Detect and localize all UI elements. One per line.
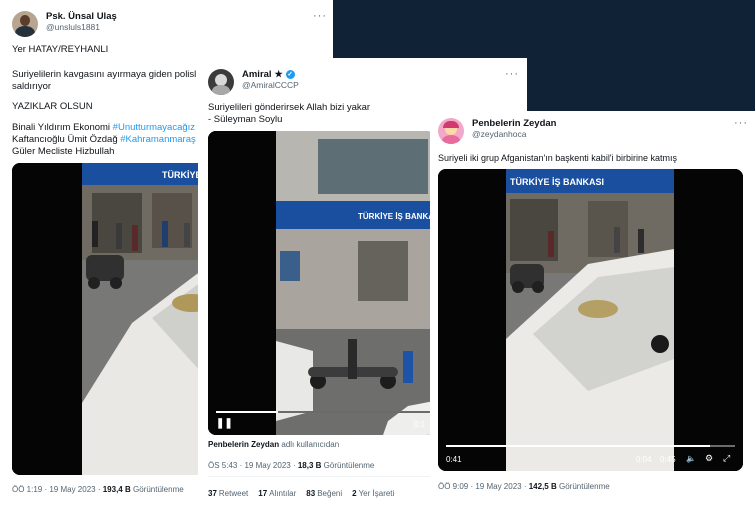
avatar[interactable]	[438, 118, 464, 144]
view-count: 18,3 B	[297, 461, 322, 470]
fullscreen-icon[interactable]: ⤢	[723, 453, 730, 464]
handle[interactable]: @zeydanhoca	[472, 129, 556, 139]
likes-stat[interactable]: 83 Beğeni	[306, 489, 342, 498]
volume-icon[interactable]: 🔈	[686, 454, 696, 463]
timestamp-row: ÖS 5:43 · 19 May 2023 · 18,3 B Görüntüle…	[208, 461, 374, 470]
pause-icon[interactable]: ❚❚	[216, 418, 233, 429]
timestamp-row: ÖÖ 1:19 · 19 May 2023 · 193,4 B Görüntül…	[12, 485, 184, 494]
timestamp-row: ÖÖ 9:09 · 19 May 2023 · 142,5 B Görüntül…	[438, 482, 610, 491]
handle[interactable]: @unsluls1881	[46, 22, 117, 32]
view-label: Görüntülenme	[133, 485, 184, 494]
tweet-text-line: YAZIKLAR OLSUN	[12, 101, 93, 112]
tweet-text-line: Yer HATAY/REYHANLI	[12, 44, 109, 55]
bank-sign: TÜRKİYE İŞ BANKASI	[358, 212, 434, 221]
attribution-suffix: adlı kullanıcıdan	[281, 440, 340, 449]
video-total: 0:45	[660, 455, 676, 464]
timestamp[interactable]: ÖS 5:43 · 19 May 2023 ·	[208, 461, 296, 470]
tweet-text: Suriyeli iki grup Afganistan'ın başkenti…	[438, 153, 678, 163]
hashtag-link[interactable]: #Kahramanmaraş	[120, 134, 196, 145]
tweet-text-line: Binali Yıldırım Ekonomi	[12, 122, 111, 133]
view-count: 193,4 B	[102, 485, 131, 494]
timestamp[interactable]: ÖÖ 9:09 · 19 May 2023 ·	[438, 482, 527, 491]
view-label: Görüntülenme	[323, 461, 375, 470]
more-icon[interactable]: ···	[734, 117, 748, 129]
tweet-text-line: Güler Mecliste Hizbullah	[12, 146, 115, 157]
more-icon[interactable]: ···	[313, 10, 327, 22]
display-name[interactable]: Psk. Ünsal Ulaş	[46, 11, 117, 22]
view-count: 142,5 B	[528, 482, 557, 491]
video-time: 0:1	[414, 420, 426, 429]
attribution-name[interactable]: Penbelerin Zeydan	[208, 440, 279, 449]
star-icon: ★	[274, 69, 283, 80]
video-frame: TÜRKİYE İŞ BANKASI	[438, 169, 743, 471]
display-name[interactable]: Amiral	[242, 69, 272, 80]
more-icon[interactable]: ···	[505, 68, 519, 80]
video-player[interactable]: TÜRKİYE İŞ BANKASI ❚❚ 0:1	[208, 131, 434, 435]
video-player[interactable]: TÜRKİYE İŞ BANKASI 0:41 0:04 0:45 🔈 ⚙ ⤢	[438, 169, 743, 471]
video-frame: TÜRKİYE İŞ BANKASI	[208, 131, 434, 435]
timestamp[interactable]: ÖÖ 1:19 · 19 May 2023 ·	[12, 485, 101, 494]
bookmarks-stat[interactable]: 2 Yer İşareti	[352, 489, 394, 498]
retweets-stat[interactable]: 37 Retweet	[208, 489, 248, 498]
video-remaining: 0:04	[636, 455, 652, 464]
avatar[interactable]	[12, 11, 38, 37]
tweet-text-line: Suriyelileri gönderirsek Allah bizi yaka…	[208, 102, 371, 113]
avatar[interactable]	[208, 69, 234, 95]
video-elapsed: 0:41	[446, 455, 462, 464]
display-name[interactable]: Penbelerin Zeydan	[472, 118, 556, 129]
view-label: Görüntülenme	[559, 482, 610, 491]
engagement-stats: 37 Retweet 17 Alıntılar 83 Beğeni 2 Yer İşar…	[208, 489, 394, 498]
handle[interactable]: @AmiralCCCP	[242, 80, 299, 90]
tweet-card-3[interactable]: Penbelerin Zeydan @zeydanhoca ··· Suriye…	[430, 111, 755, 508]
settings-icon[interactable]: ⚙	[705, 453, 713, 464]
tweet-text-line: - Süleyman Soylu	[208, 114, 283, 125]
hashtag-link[interactable]: #Unutturmayacağız	[113, 122, 195, 133]
tweet-text-line: saldırıyor	[12, 81, 52, 92]
tweet-text-line: Kaftancıoğlu Ümit Özdağ	[12, 134, 118, 145]
bank-sign: TÜRKİYE İŞ BANKASI	[510, 177, 604, 187]
attribution: Penbelerin Zeydan adlı kullanıcıdan	[208, 440, 339, 449]
quotes-stat[interactable]: 17 Alıntılar	[258, 489, 296, 498]
tweet-text-line: Suriyelilerin kavgasını ayırmaya giden p…	[12, 69, 197, 80]
verified-icon: ✓	[285, 70, 295, 80]
